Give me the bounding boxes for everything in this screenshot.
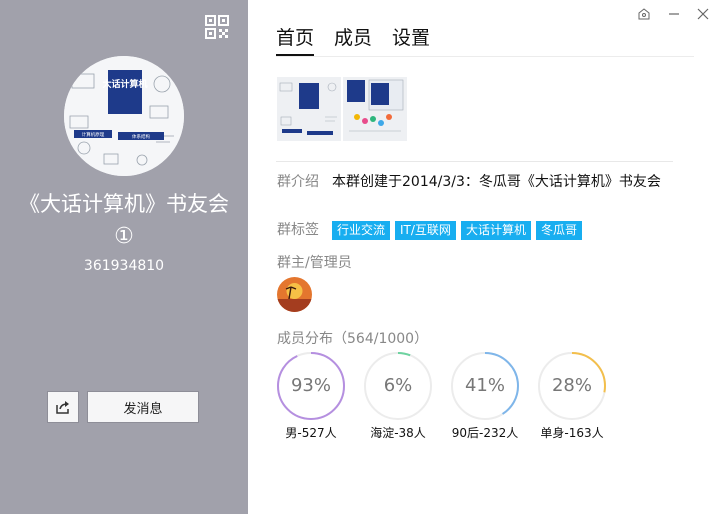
admins-label: 群主/管理员 [277, 255, 352, 271]
stat-district: 6% [363, 351, 433, 421]
owner-avatar[interactable] [277, 277, 312, 312]
minimize-icon[interactable] [666, 6, 682, 22]
stat-age: 41% [450, 351, 520, 421]
avatar-strip-2: 体系结构 [132, 133, 150, 140]
stat-age-label: 90后-232人 [451, 426, 519, 440]
stat-single-percent: 28% [551, 375, 592, 396]
distribution-label: 成员分布（564/1000） [277, 331, 429, 347]
intro-label: 群介绍 [277, 174, 319, 190]
tab-home[interactable]: 首页 [276, 24, 315, 56]
group-circle-mark: ① [114, 224, 134, 249]
stat-gender: 93% [276, 351, 346, 421]
tag-item[interactable]: 行业交流 [332, 221, 391, 240]
stat-single: 28% [537, 351, 607, 421]
intro-text: 本群创建于2014/3/3：冬瓜哥《大话计算机》书友会 [332, 174, 661, 190]
share-button[interactable] [47, 391, 79, 423]
stat-single-label: 单身-163人 [540, 426, 604, 440]
stat-gender-label: 男-527人 [285, 426, 337, 440]
album-divider [276, 161, 673, 162]
avatar-title-line1: 大话计算机 [102, 78, 147, 90]
qr-code-icon[interactable] [205, 15, 229, 39]
group-profile-panel: 大话计算机 计算机原理 体系结构 《大话计算机》书友会 ① 361934810 … [0, 0, 248, 514]
group-name: 《大话计算机》书友会 [19, 192, 229, 216]
share-icon [56, 401, 69, 414]
stat-gender-percent: 93% [290, 375, 331, 396]
tab-bar: 首页 成员 设置 [276, 24, 450, 56]
tag-list: 行业交流 IT/互联网 大话计算机 冬瓜哥 [332, 221, 587, 240]
group-avatar[interactable]: 大话计算机 计算机原理 体系结构 [64, 56, 184, 176]
tags-label: 群标签 [277, 222, 319, 238]
album-photo-1[interactable] [277, 77, 341, 141]
tag-item[interactable]: 冬瓜哥 [535, 221, 582, 240]
send-message-button[interactable]: 发消息 [87, 391, 199, 423]
tab-divider [276, 56, 694, 57]
stat-district-percent: 6% [383, 375, 413, 396]
close-icon[interactable] [695, 6, 711, 22]
tab-settings[interactable]: 设置 [392, 24, 430, 56]
tab-members[interactable]: 成员 [334, 24, 372, 56]
avatar-strip-1: 计算机原理 [82, 131, 105, 138]
tag-item[interactable]: IT/互联网 [395, 221, 456, 240]
stat-district-label: 海淀-38人 [370, 426, 426, 440]
album-photo-2[interactable] [343, 77, 407, 141]
stat-age-percent: 41% [464, 375, 505, 396]
skin-icon[interactable] [636, 6, 652, 22]
tag-item[interactable]: 大话计算机 [460, 221, 531, 240]
group-id: 361934810 [83, 258, 165, 274]
